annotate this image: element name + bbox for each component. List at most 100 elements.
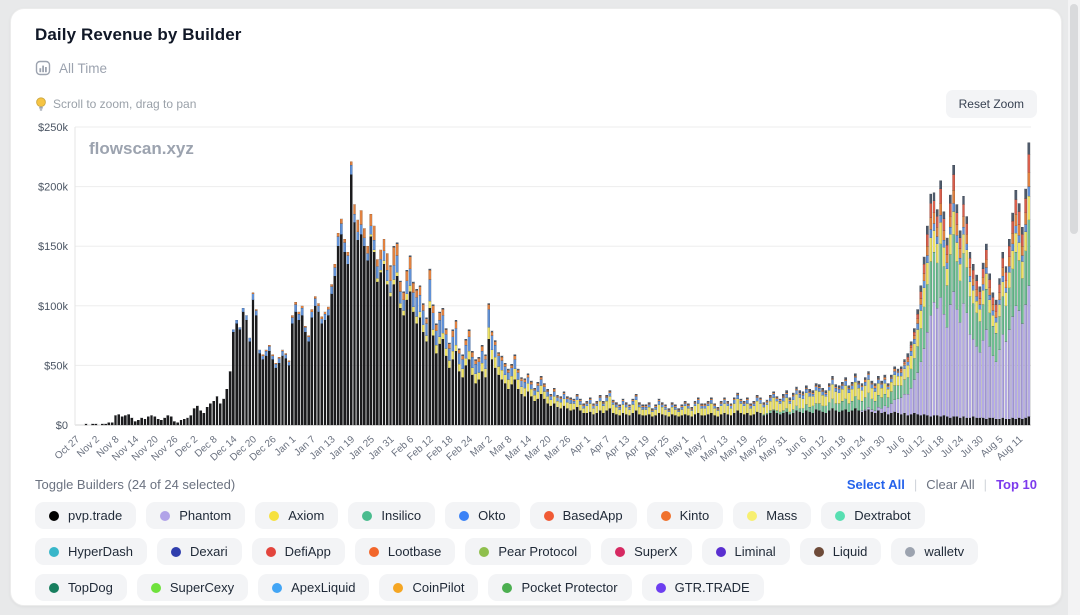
bar-stack [645,405,647,425]
builder-chip-axiom[interactable]: Axiom [255,502,338,529]
color-dot [747,511,757,521]
bar-stack [592,404,594,425]
builder-chip-coinpilot[interactable]: CoinPilot [379,574,478,601]
bar-stack [393,246,395,425]
bar-stack [632,399,634,425]
bar-stack [406,270,408,425]
builder-chip-liminal[interactable]: Liminal [702,538,790,565]
bar-stack [582,404,584,425]
builder-chip-gtr-trade[interactable]: GTR.TRADE [642,574,764,601]
bar-stack [907,353,909,425]
bar-stack [448,343,450,425]
y-tick-label: $150k [38,241,68,253]
bar-stack [307,336,309,425]
builder-chip-supercexy[interactable]: SuperCexy [137,574,248,601]
builder-chip-pocket-protector[interactable]: Pocket Protector [488,574,631,601]
bar-stack [425,318,427,425]
bar-stack [956,204,958,425]
bar-stack [353,204,355,425]
builder-chip-lootbase[interactable]: Lootbase [355,538,456,565]
builder-chip-topdog[interactable]: TopDog [35,574,127,601]
builder-chip-phantom[interactable]: Phantom [146,502,245,529]
bar-stack [566,396,568,425]
color-dot [266,547,276,557]
builder-chip-apexliquid[interactable]: ApexLiquid [258,574,369,601]
builder-chip-label: SuperCexy [170,580,234,595]
builder-chip-label: Axiom [288,508,324,523]
bar-stack [1021,227,1023,425]
bar-stack [140,418,142,425]
select-all-link[interactable]: Select All [847,477,905,492]
bar-stack [835,384,837,425]
bar-stack [330,284,332,425]
bar-stack [969,252,971,425]
bar-stack [743,401,745,425]
bar-stack [252,293,254,425]
builder-chip-dextrabot[interactable]: Dextrabot [821,502,924,529]
builder-chip-basedapp[interactable]: BasedApp [530,502,637,529]
bar-stack [844,377,846,425]
bar-stack [537,382,539,425]
bar-stack [998,278,1000,425]
bar-stack [438,312,440,425]
builder-chip-okto[interactable]: Okto [445,502,519,529]
bar-stack [867,371,869,425]
bars[interactable] [85,143,1030,426]
bar-stack [710,398,712,425]
bar-stack [530,381,532,425]
builder-chip-dexari[interactable]: Dexari [157,538,242,565]
bar-stack [471,351,473,425]
reset-zoom-button[interactable]: Reset Zoom [946,90,1037,118]
bar-stack [458,349,460,425]
time-range-selector[interactable]: All Time [35,60,1037,76]
builder-chip-superx[interactable]: SuperX [601,538,691,565]
bar-stack [763,402,765,425]
builder-chip-insilico[interactable]: Insilico [348,502,435,529]
bar-stack [409,256,411,425]
bar-stack [170,417,172,425]
bar-stack [311,309,313,425]
bar-stack [563,392,565,425]
bar-stack [118,414,120,425]
builder-chip-mass[interactable]: Mass [733,502,811,529]
builder-chip-defiapp[interactable]: DefiApp [252,538,345,565]
bar-stack [546,389,548,425]
bar-stack [501,356,503,425]
builder-chip-label: pvp.trade [68,508,122,523]
toggle-builders-label: Toggle Builders (24 of 24 selected) [35,477,235,492]
bar-stack [802,392,804,425]
bar-stack [658,399,660,425]
bar-stack [317,303,319,425]
bar-stack [759,398,761,425]
scrollbar-thumb[interactable] [1070,4,1078,234]
bar-stack [1028,143,1030,426]
color-dot [661,511,671,521]
bar-stack [671,402,673,425]
bar-stack [465,339,467,425]
builder-chip-liquid[interactable]: Liquid [800,538,882,565]
x-tick-label: Jan 1 [273,434,299,459]
bar-stack [363,228,365,425]
builder-chip-walletv[interactable]: walletv [891,538,978,565]
revenue-stacked-bar-chart[interactable]: $0$50k$100k$150k$200k$250kflowscan.xyzOc… [35,119,1039,471]
bar-stack [550,394,552,425]
bar-stack [609,390,611,425]
color-dot [502,583,512,593]
bar-stack [350,162,352,425]
bar-stack [939,181,941,425]
scrollbar[interactable] [1068,0,1080,615]
builder-chip-kinto[interactable]: Kinto [647,502,724,529]
bar-stack [674,405,676,425]
top-10-link[interactable]: Top 10 [996,477,1037,492]
bar-stack [694,401,696,425]
clear-all-link[interactable]: Clear All [926,477,974,492]
bar-stack [789,398,791,425]
builder-chip-pvp-trade[interactable]: pvp.trade [35,502,136,529]
bar-stack [91,424,93,425]
bar-stack [435,324,437,425]
builder-chip-pear-protocol[interactable]: Pear Protocol [465,538,591,565]
bar-stack [357,220,359,425]
bar-stack [586,401,588,425]
builder-chip-hyperdash[interactable]: HyperDash [35,538,147,565]
bar-stack [157,419,159,425]
